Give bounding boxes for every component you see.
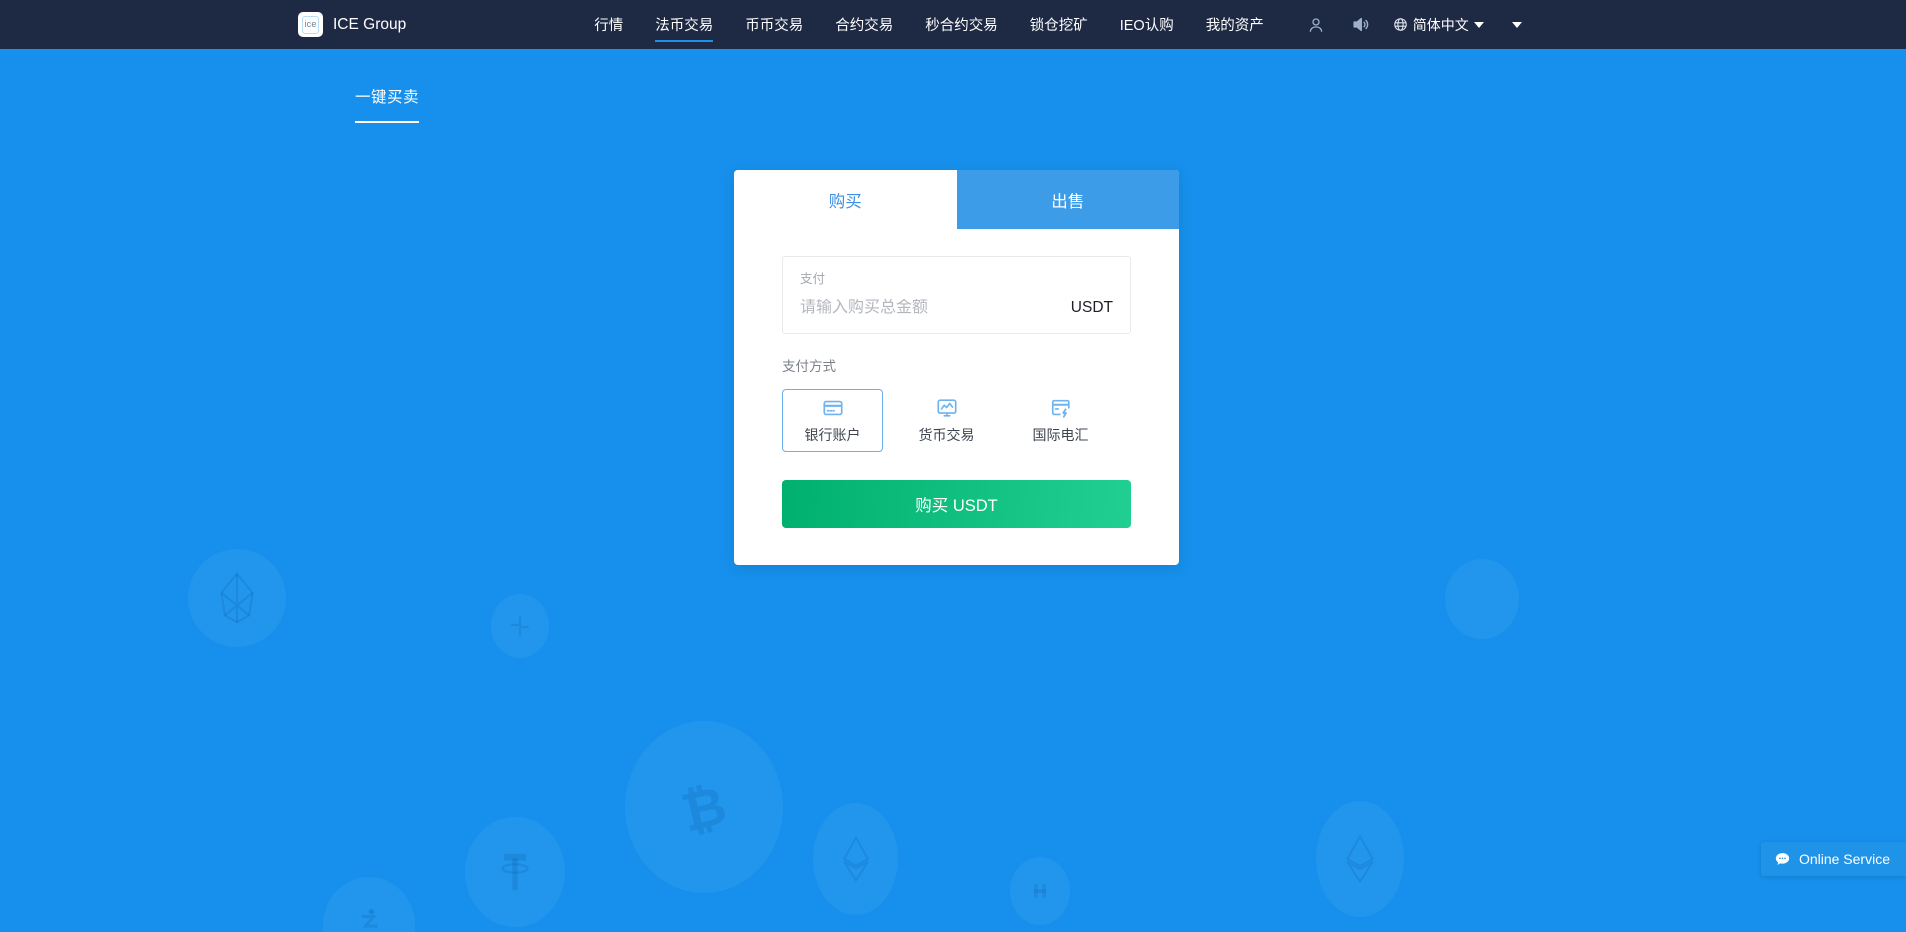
nav-item-label: 行情	[594, 18, 624, 34]
nav-item-fiat-trading[interactable]: 法币交易	[639, 0, 729, 49]
nav-item-markets[interactable]: 行情	[578, 0, 639, 49]
svg-text:₿: ₿	[675, 774, 732, 844]
globe-icon	[1393, 17, 1408, 32]
page-tab-bar: 一键买卖	[355, 85, 420, 123]
nav-item-coin-trading[interactable]: 币币交易	[729, 0, 819, 49]
amount-field-label: 支付	[800, 272, 826, 286]
trade-card-body: 支付 USDT 支付方式 银行账户	[734, 256, 1179, 528]
nav-item-label: 法币交易	[655, 18, 714, 34]
trade-card: 购买 出售 支付 USDT 支付方式	[734, 170, 1179, 565]
top-header: ice ICE Group 行情 法币交易 币币交易 合约交易 秒合约交易 锁仓…	[0, 0, 1906, 49]
language-selector[interactable]: 简体中文	[1383, 0, 1490, 49]
chevron-down-icon	[1511, 21, 1522, 28]
nav-item-label: 我的资产	[1205, 18, 1264, 34]
decor-eth2-bubble	[813, 803, 898, 915]
payment-method-label: 支付方式	[782, 359, 836, 374]
brand-logo-group[interactable]: ice ICE Group	[298, 12, 406, 37]
amount-input-row: USDT	[800, 299, 1113, 317]
payment-method-bank-account[interactable]: 银行账户	[782, 389, 883, 452]
decor-dash-bubble	[323, 877, 415, 932]
user-icon[interactable]	[1294, 0, 1338, 49]
payment-method-wire-transfer[interactable]: 国际电汇	[1010, 389, 1111, 452]
payment-method-list: 银行账户 货币交易 国际电汇	[782, 389, 1131, 452]
logo-inner-text: ice	[302, 15, 319, 34]
nav-item-label: 合约交易	[835, 18, 894, 34]
decor-huobi-bubble	[1010, 857, 1070, 925]
decor-tether-bubble	[465, 817, 565, 927]
amount-input-box[interactable]: 支付 USDT	[782, 256, 1131, 334]
chevron-down-icon	[1473, 21, 1484, 28]
buy-usdt-button[interactable]: 购买 USDT	[782, 480, 1131, 528]
credit-card-icon	[822, 397, 844, 419]
tab-buy-label: 购买	[828, 192, 862, 211]
main-nav: 行情 法币交易 币币交易 合约交易 秒合约交易 锁仓挖矿 IEO认购 我的资产	[578, 0, 1279, 49]
decor-plus-bubble	[491, 594, 549, 658]
nav-item-locked-mining[interactable]: 锁仓挖矿	[1014, 0, 1104, 49]
payment-method-label-text: 货币交易	[918, 426, 975, 443]
header-tools: 简体中文	[1294, 0, 1536, 49]
payment-method-currency-trade[interactable]: 货币交易	[896, 389, 997, 452]
online-service-label: Online Service	[1798, 851, 1890, 867]
nav-item-label: IEO认购	[1119, 18, 1174, 34]
announcement-icon[interactable]	[1338, 0, 1383, 49]
nav-item-ieo[interactable]: IEO认购	[1104, 0, 1190, 49]
decor-btc-bubble: ₿	[625, 721, 783, 893]
amount-unit-label: USDT	[1070, 299, 1113, 316]
nav-item-contract-trading[interactable]: 合约交易	[819, 0, 909, 49]
nav-item-label: 币币交易	[745, 18, 804, 34]
nav-item-label: 锁仓挖矿	[1029, 18, 1088, 34]
payment-method-label-text: 银行账户	[804, 426, 861, 443]
payment-method-label-text: 国际电汇	[1032, 426, 1089, 443]
page-tab-quick-buy-sell[interactable]: 一键买卖	[355, 85, 420, 123]
brand-name: ICE Group	[333, 15, 407, 33]
decor-eth-bubble	[1316, 801, 1404, 917]
tab-sell-label: 出售	[1051, 192, 1085, 211]
tab-buy[interactable]: 购买	[734, 170, 957, 229]
language-label: 简体中文	[1412, 16, 1469, 33]
chat-bubble-icon	[1774, 851, 1791, 868]
decor-faint-bubble-2	[1445, 559, 1519, 639]
more-menu-button[interactable]	[1490, 0, 1536, 49]
decor-eos-bubble	[188, 549, 286, 647]
monitor-chart-icon	[936, 397, 958, 419]
trade-card-tabs: 购买 出售	[734, 170, 1179, 229]
amount-input[interactable]	[800, 299, 1059, 317]
nav-item-label: 秒合约交易	[925, 18, 998, 34]
nav-item-my-assets[interactable]: 我的资产	[1190, 0, 1280, 49]
online-service-button[interactable]: Online Service	[1760, 842, 1906, 876]
ice-logo-icon: ice	[298, 12, 323, 37]
nav-item-second-contract[interactable]: 秒合约交易	[909, 0, 1014, 49]
wire-transfer-icon	[1050, 397, 1072, 419]
tab-sell[interactable]: 出售	[956, 170, 1179, 229]
